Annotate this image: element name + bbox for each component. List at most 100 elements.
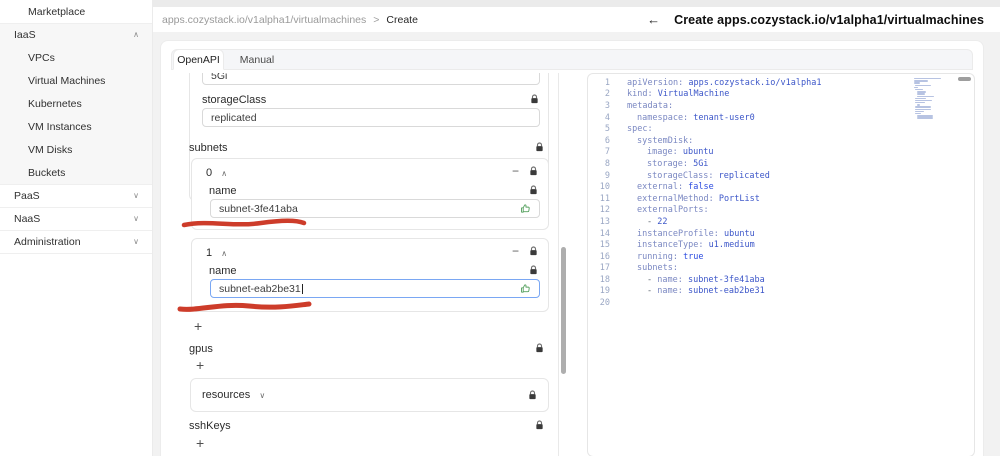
minimap-line	[915, 106, 932, 108]
resources-card[interactable]: resources ∨	[190, 378, 549, 412]
sidebar-item-administration[interactable]: Administration ∨	[0, 230, 152, 253]
lock-icon	[529, 246, 538, 256]
editor-scrollbar-thumb[interactable]	[958, 77, 971, 81]
breadcrumb-path[interactable]: apps.cozystack.io/v1alpha1/virtualmachin…	[162, 14, 366, 26]
thumbs-up-icon[interactable]	[520, 203, 531, 214]
code-line[interactable]: 5 spec:	[588, 123, 974, 135]
code-text: instanceProfile: ubuntu	[637, 228, 755, 239]
subnet-1-index-label: 1	[206, 247, 213, 259]
code-line[interactable]: 17 subnets:	[588, 263, 974, 275]
storageclass-input[interactable]: replicated	[202, 108, 540, 127]
line-number: 11	[599, 193, 610, 204]
editor-minimap[interactable]	[914, 78, 948, 122]
add-gpu-button[interactable]: +	[196, 358, 204, 372]
sidebar-item-vm-instances[interactable]: VM Instances	[0, 115, 152, 138]
form-scrollbar-thumb[interactable]	[561, 247, 566, 374]
code-text: apiVersion: apps.cozystack.io/v1alpha1	[627, 77, 822, 88]
code-line[interactable]: 13 - 22	[588, 216, 974, 228]
code-line[interactable]: 12 externalPorts:	[588, 205, 974, 217]
sidebar-item-iaas[interactable]: IaaS ∧	[0, 23, 152, 46]
minimap-line	[915, 99, 933, 102]
code-line[interactable]: 15 instanceType: u1.medium	[588, 239, 974, 251]
chevron-down-icon: ∨	[133, 191, 139, 200]
code-line[interactable]: 9 storageClass: replicated	[588, 170, 974, 182]
collapse-chevron-icon[interactable]: ∧	[221, 169, 227, 178]
code-text: - name: subnet-eab2be31	[647, 286, 765, 297]
sidebar-item-kubernetes[interactable]: Kubernetes	[0, 92, 152, 115]
minimap-line	[914, 78, 941, 80]
remove-item-icon[interactable]: −	[512, 245, 519, 257]
minimap-line	[915, 88, 924, 91]
code-text: external: false	[637, 182, 714, 193]
line-number: 8	[604, 158, 610, 169]
code-line[interactable]: 16 running: true	[588, 251, 974, 263]
sidebar-item-virtual-machines[interactable]: Virtual Machines	[0, 69, 152, 92]
minimap-line	[914, 80, 928, 82]
remove-item-icon[interactable]: −	[512, 165, 519, 177]
line-number: 20	[599, 298, 610, 309]
line-number: 15	[599, 240, 610, 251]
code-line[interactable]: 10 external: false	[588, 181, 974, 193]
form-scroll-area[interactable]: 5Gi storageClass replicated subnets 0 ∧	[171, 73, 559, 456]
line-number: 17	[599, 263, 610, 274]
sidebar-item-vpcs[interactable]: VPCs	[0, 46, 152, 69]
subnet-0-index[interactable]: 0 ∧	[206, 167, 227, 179]
sidebar-item-label: IaaS	[14, 29, 36, 41]
subnet-1-name-input[interactable]: subnet-eab2be31	[210, 279, 540, 298]
subnet-1-name-label: name	[209, 265, 237, 277]
code-line[interactable]: 18 - name: subnet-3fe41aba	[588, 274, 974, 286]
tab-manual-label: Manual	[239, 53, 275, 66]
pane-divider	[558, 73, 559, 456]
sidebar-item-vm-disks[interactable]: VM Disks	[0, 138, 152, 161]
minimap-line	[916, 104, 920, 106]
text-caret	[301, 283, 303, 294]
subnets-label: subnets	[189, 142, 228, 154]
line-number: 2	[604, 89, 610, 100]
storageclass-label: storageClass	[202, 94, 267, 106]
collapse-chevron-icon[interactable]: ∧	[221, 249, 227, 258]
lock-icon	[528, 390, 537, 400]
breadcrumb-current: Create	[386, 13, 418, 26]
resources-label: resources ∨	[202, 389, 265, 401]
code-line[interactable]: 8 storage: 5Gi	[588, 158, 974, 170]
sidebar-item-paas[interactable]: PaaS ∨	[0, 184, 152, 207]
code-line[interactable]: 14 instanceProfile: ubuntu	[588, 228, 974, 240]
add-sshkey-button[interactable]: +	[196, 436, 204, 450]
code-line[interactable]: 19 - name: subnet-eab2be31	[588, 286, 974, 298]
sidebar-item-label: NaaS	[14, 213, 41, 225]
code-line[interactable]: 11 externalMethod: PortList	[588, 193, 974, 205]
subnet-0-index-label: 0	[206, 167, 213, 179]
lock-icon	[535, 142, 544, 152]
lock-icon	[529, 185, 538, 195]
minimap-line	[915, 113, 922, 115]
sidebar-item-marketplace[interactable]: Marketplace	[0, 0, 152, 23]
line-number: 18	[599, 274, 610, 285]
code-text: spec:	[627, 124, 653, 135]
add-subnet-button[interactable]: +	[194, 319, 202, 333]
sidebar-divider	[0, 253, 152, 254]
thumbs-up-icon[interactable]	[520, 283, 531, 294]
code-line[interactable]: 6 systemDisk:	[588, 135, 974, 147]
tab-openapi[interactable]: OpenAPI	[173, 49, 224, 70]
tab-manual[interactable]: Manual	[232, 49, 282, 70]
minimap-line	[915, 97, 927, 100]
expand-chevron-icon[interactable]: ∨	[259, 391, 265, 400]
minimap-line	[915, 110, 925, 113]
back-arrow-icon[interactable]: ←	[647, 12, 660, 27]
subnet-0-name-input[interactable]: subnet-3fe41aba	[210, 199, 540, 218]
minimap-line	[916, 115, 933, 117]
subnet-0-name-label: name	[209, 185, 237, 197]
sidebar-item-naas[interactable]: NaaS ∨	[0, 207, 152, 230]
sidebar-item-buckets[interactable]: Buckets	[0, 161, 152, 184]
lock-icon	[535, 343, 544, 353]
subnet-1-index[interactable]: 1 ∧	[206, 247, 227, 259]
storage-input[interactable]: 5Gi	[202, 73, 540, 85]
code-line[interactable]: 7 image: ubuntu	[588, 147, 974, 159]
resources-label-text: resources	[202, 389, 251, 401]
sidebar-item-label: VPCs	[28, 51, 55, 64]
minimap-line	[916, 95, 934, 97]
yaml-editor[interactable]: 1 apiVersion: apps.cozystack.io/v1alpha1 2…	[587, 73, 975, 456]
minimap-line	[915, 108, 932, 111]
code-line[interactable]: 20	[588, 297, 974, 309]
sidebar-item-label: Administration	[14, 236, 81, 248]
